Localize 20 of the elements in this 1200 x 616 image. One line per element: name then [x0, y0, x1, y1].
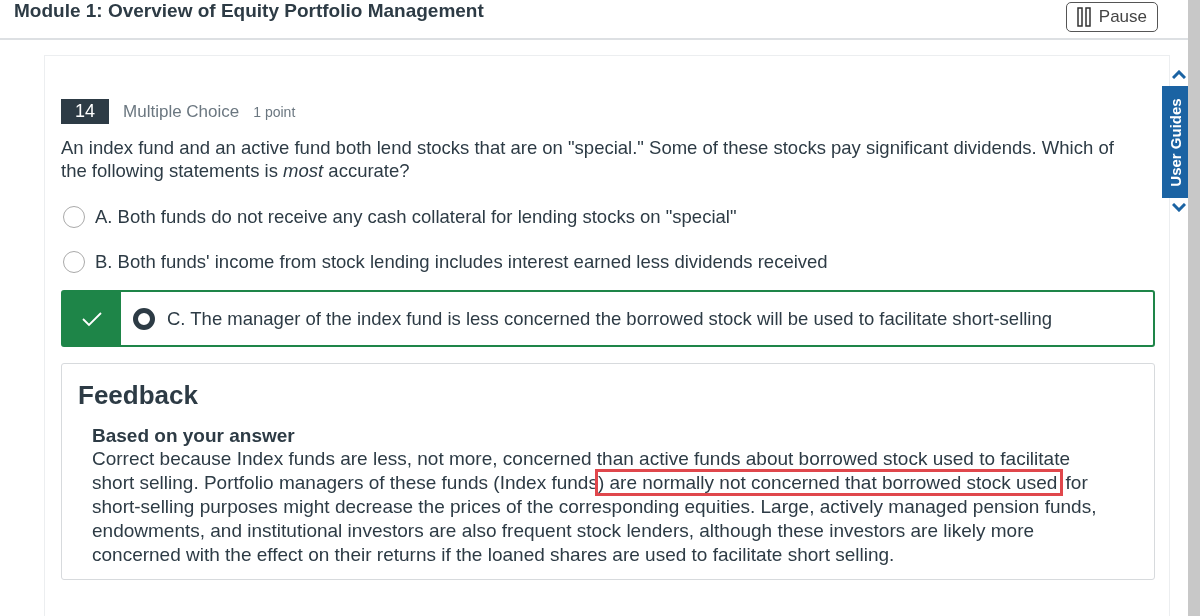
answer-option[interactable]: B. Both funds' income from stock lending includes interest earned less dividends received: [61, 239, 1155, 284]
scrollbar[interactable]: [1188, 0, 1200, 616]
module-title: Module 1: Overview of Equity Portfolio Management: [14, 0, 484, 22]
answer-option[interactable]: C. The manager of the index fund is less concerned the borrowed stock will be used to facilitate short-selling: [61, 290, 1155, 347]
chevron-down-icon[interactable]: [1172, 203, 1186, 212]
user-guides-tab[interactable]: User Guides: [1162, 86, 1188, 198]
feedback-title: Feedback: [78, 380, 199, 411]
question-number: 14: [61, 99, 110, 124]
question-type: Multiple Choice: [123, 101, 240, 122]
answer-option[interactable]: A. Both funds do not receive any cash collateral for lending stocks on "special": [61, 194, 1155, 239]
question-text: An index fund and an active fund both lend stocks that are on "special." Some of these stocks pay significant dividends. Which of the following statements is most accurate?: [61, 136, 1115, 182]
chevron-up-icon[interactable]: [1172, 70, 1186, 79]
radio-button[interactable]: [133, 307, 155, 330]
feedback-subtitle: Based on your answer: [91, 425, 296, 447]
radio-button[interactable]: [63, 250, 85, 273]
pause-button[interactable]: Pause: [1065, 2, 1158, 32]
question-points: 1 point: [253, 103, 296, 120]
checkmark-icon: [81, 310, 103, 327]
radio-button[interactable]: [63, 205, 85, 228]
pause-icon: [1076, 7, 1091, 27]
